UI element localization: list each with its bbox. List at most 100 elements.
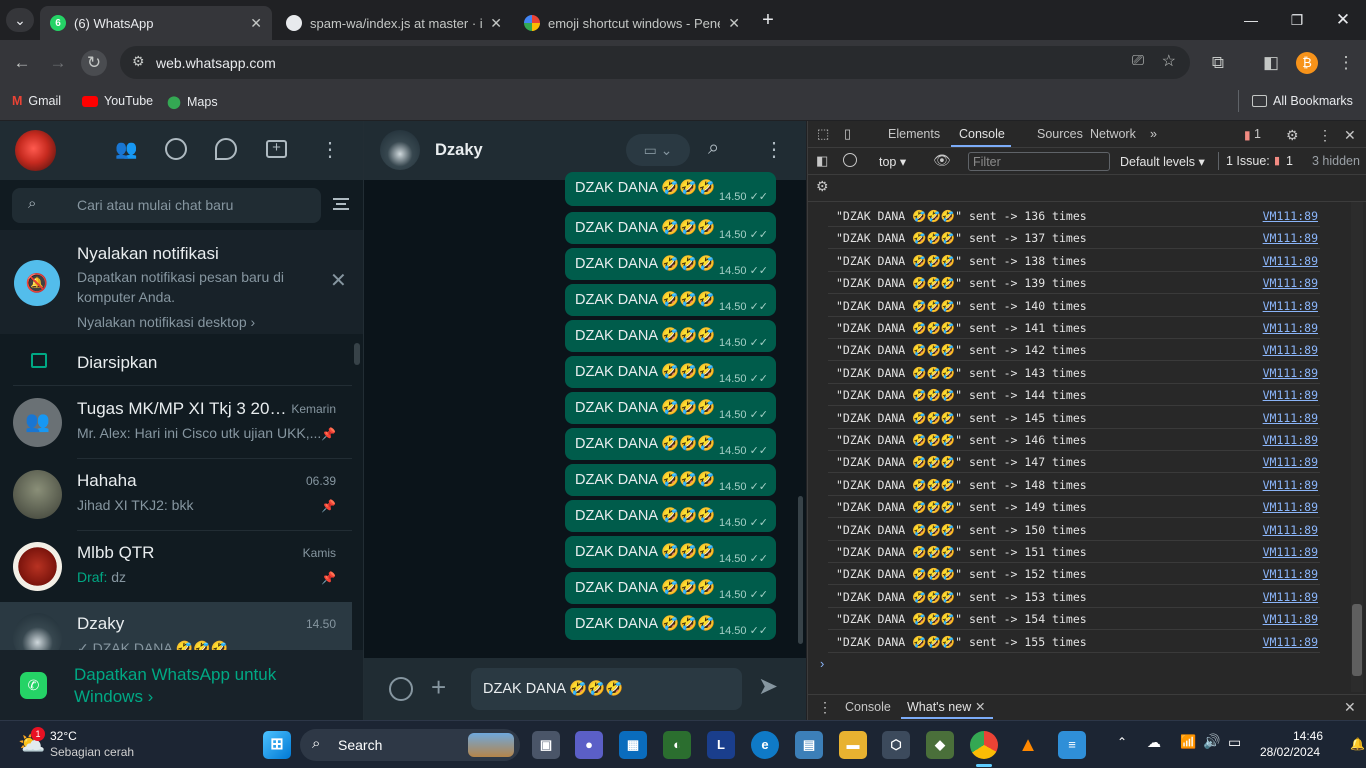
microsoft-store-icon[interactable]: ▦ <box>619 731 647 759</box>
bookmark-gmail[interactable]: M Gmail <box>12 94 61 108</box>
chat-item-selected[interactable]: Dzaky 14.50 ✓ DZAK DANA 🤣🤣🤣 <box>0 602 352 650</box>
message-bubble[interactable]: DZAK DANA 🤣🤣🤣 14.50 ✓✓ <box>565 356 776 388</box>
onedrive-cloud-icon[interactable]: ☁ <box>1147 734 1161 751</box>
log-source-link[interactable]: VM111:89 <box>1263 455 1318 469</box>
inspect-element-icon[interactable]: ⬚ <box>817 126 829 142</box>
profile-avatar[interactable] <box>15 130 56 171</box>
message-input[interactable]: DZAK DANA 🤣🤣🤣 <box>471 668 742 710</box>
chat-title[interactable]: Dzaky <box>435 141 483 160</box>
weather-desc[interactable]: Sebagian cerah <box>50 745 134 759</box>
console-scrollbar-thumb[interactable] <box>1352 604 1362 676</box>
filter-icon[interactable] <box>333 198 349 210</box>
log-source-link[interactable]: VM111:89 <box>1263 590 1318 604</box>
console-prompt-icon[interactable]: › <box>820 656 824 671</box>
start-windows-icon[interactable]: ⊞ <box>263 731 291 759</box>
control-panel-icon[interactable]: ▤ <box>795 731 823 759</box>
message-bubble[interactable]: DZAK DANA 🤣🤣🤣 14.50 ✓✓ <box>565 536 776 568</box>
log-source-link[interactable]: VM111:89 <box>1263 231 1318 245</box>
log-source-link[interactable]: VM111:89 <box>1263 254 1318 268</box>
notification-bell-icon[interactable]: 🔔 <box>1350 737 1365 751</box>
message-bubble[interactable]: DZAK DANA 🤣🤣🤣 14.50 ✓✓ <box>565 572 776 604</box>
status-icon[interactable] <box>165 138 187 160</box>
new-chat-icon[interactable]: + <box>266 140 287 158</box>
chat-item[interactable]: 👥 Tugas MK/MP XI Tkj 3 202... Kemarin Mr… <box>0 387 352 459</box>
tab-network[interactable]: Network <box>1090 127 1136 141</box>
weather-temp[interactable]: 32°C <box>50 729 77 743</box>
side-panel-icon[interactable]: ◧ <box>1258 50 1284 76</box>
message-bubble[interactable]: DZAK DANA 🤣🤣🤣 14.50 ✓✓ <box>565 320 776 352</box>
chrome-menu-icon[interactable]: ⋮ <box>1333 50 1359 76</box>
close-devtools-icon[interactable]: ✕ <box>1344 127 1356 144</box>
filter-input[interactable]: Filter <box>968 152 1110 171</box>
chat-item[interactable]: Mlbb QTR Kamis Draf: dz 📌 <box>0 531 352 603</box>
log-levels-select[interactable]: Default levels ▾ <box>1120 154 1205 169</box>
chrome-icon[interactable] <box>970 731 998 759</box>
close-tab-icon[interactable]: ✕ <box>728 15 740 32</box>
video-call-icon[interactable]: ▭ ⌄ <box>626 134 690 166</box>
bookmark-youtube[interactable]: YouTube <box>82 94 153 108</box>
more-tabs-icon[interactable]: » <box>1150 127 1157 141</box>
address-bar[interactable]: ⚙ web.whatsapp.com ⎚ ☆ <box>120 46 1190 79</box>
log-source-link[interactable]: VM111:89 <box>1263 299 1318 313</box>
tab-whatsapp[interactable]: 6 (6) WhatsApp ✕ <box>40 6 272 40</box>
extensions-icon[interactable]: ⧉ <box>1205 50 1231 76</box>
tab-sources[interactable]: Sources <box>1037 127 1083 141</box>
message-bubble[interactable]: DZAK DANA 🤣🤣🤣 14.50 ✓✓ <box>565 248 776 280</box>
message-bubble[interactable]: DZAK DANA 🤣🤣🤣 14.50 ✓✓ <box>565 284 776 316</box>
site-info-icon[interactable]: ⚙ <box>132 53 145 70</box>
tab-google[interactable]: emoji shortcut windows - Penel ✕ <box>514 6 750 40</box>
bitcoin-extension-icon[interactable]: ₿ <box>1296 52 1318 74</box>
log-source-link[interactable]: VM111:89 <box>1263 567 1318 581</box>
notepad-icon[interactable]: ≡ <box>1058 731 1086 759</box>
log-source-link[interactable]: VM111:89 <box>1263 500 1318 514</box>
log-source-link[interactable]: VM111:89 <box>1263 478 1318 492</box>
close-drawer-tab-icon[interactable]: ✕ <box>975 699 985 714</box>
drawer-tab-console[interactable]: Console <box>845 700 891 714</box>
back-icon[interactable]: ← <box>9 50 35 76</box>
message-bubble[interactable]: DZAK DANA 🤣🤣🤣 14.50 ✓✓ <box>565 212 776 244</box>
file-explorer-icon[interactable]: ▬ <box>839 731 867 759</box>
log-source-link[interactable]: VM111:89 <box>1263 343 1318 357</box>
message-bubble[interactable]: DZAK DANA 🤣🤣🤣 14.50 ✓✓ <box>565 392 776 424</box>
message-bubble[interactable]: DZAK DANA 🤣🤣🤣 14.50 ✓✓ <box>565 172 776 206</box>
search-input[interactable]: Cari atau mulai chat baru <box>77 197 233 213</box>
sidebar-toggle-icon[interactable]: ◧ <box>816 153 828 169</box>
send-icon[interactable]: ➤ <box>758 672 778 701</box>
message-bubble[interactable]: DZAK DANA 🤣🤣🤣 14.50 ✓✓ <box>565 608 776 640</box>
minimize-icon[interactable]: — <box>1236 8 1266 32</box>
meet-camera-icon[interactable]: ● <box>575 731 603 759</box>
tray-chevron-icon[interactable]: ⌃ <box>1117 735 1127 749</box>
taskbar-search[interactable]: ⌕ Search <box>300 729 520 761</box>
log-source-link[interactable]: VM111:89 <box>1263 635 1318 649</box>
3d-box-icon[interactable]: ⬡ <box>882 731 910 759</box>
close-tab-icon[interactable]: ✕ <box>490 15 502 32</box>
log-source-link[interactable]: VM111:89 <box>1263 433 1318 447</box>
task-view-icon[interactable]: ▣ <box>532 731 560 759</box>
log-source-link[interactable]: VM111:89 <box>1263 523 1318 537</box>
console-settings-icon[interactable]: ⚙ <box>816 178 829 195</box>
log-source-link[interactable]: VM111:89 <box>1263 545 1318 559</box>
vlc-icon[interactable]: ▲ <box>1014 731 1042 759</box>
chat-scrollbar[interactable] <box>798 496 803 644</box>
message-bubble[interactable]: DZAK DANA 🤣🤣🤣 14.50 ✓✓ <box>565 428 776 460</box>
log-source-link[interactable]: VM111:89 <box>1263 388 1318 402</box>
tab-github[interactable]: spam-wa/index.js at master · ib ✕ <box>276 6 512 40</box>
search-icon[interactable]: ⌕ <box>708 137 719 160</box>
clock-time[interactable]: 14:46 <box>1293 729 1323 743</box>
log-source-link[interactable]: VM111:89 <box>1263 366 1318 380</box>
device-toolbar-icon[interactable]: ▯ <box>844 126 851 142</box>
app-icon[interactable]: ◐ <box>663 731 691 759</box>
battery-icon[interactable]: ▭ <box>1228 734 1241 751</box>
log-source-link[interactable]: VM111:89 <box>1263 209 1318 223</box>
drawer-menu-icon[interactable]: ⋮ <box>818 699 832 716</box>
restore-icon[interactable]: ❐ <box>1282 8 1312 32</box>
app-icon[interactable]: ◆ <box>926 731 954 759</box>
all-bookmarks[interactable]: All Bookmarks <box>1252 94 1353 108</box>
tab-search-chevron-icon[interactable]: ⌄ <box>6 8 34 32</box>
log-source-link[interactable]: VM111:89 <box>1263 321 1318 335</box>
install-app-icon[interactable]: ⎚ <box>1132 52 1144 69</box>
log-source-link[interactable]: VM111:89 <box>1263 276 1318 290</box>
error-count[interactable]: 1 <box>1254 127 1261 141</box>
settings-gear-icon[interactable]: ⚙ <box>1286 127 1299 144</box>
sidebar-scrollbar[interactable] <box>354 343 360 365</box>
